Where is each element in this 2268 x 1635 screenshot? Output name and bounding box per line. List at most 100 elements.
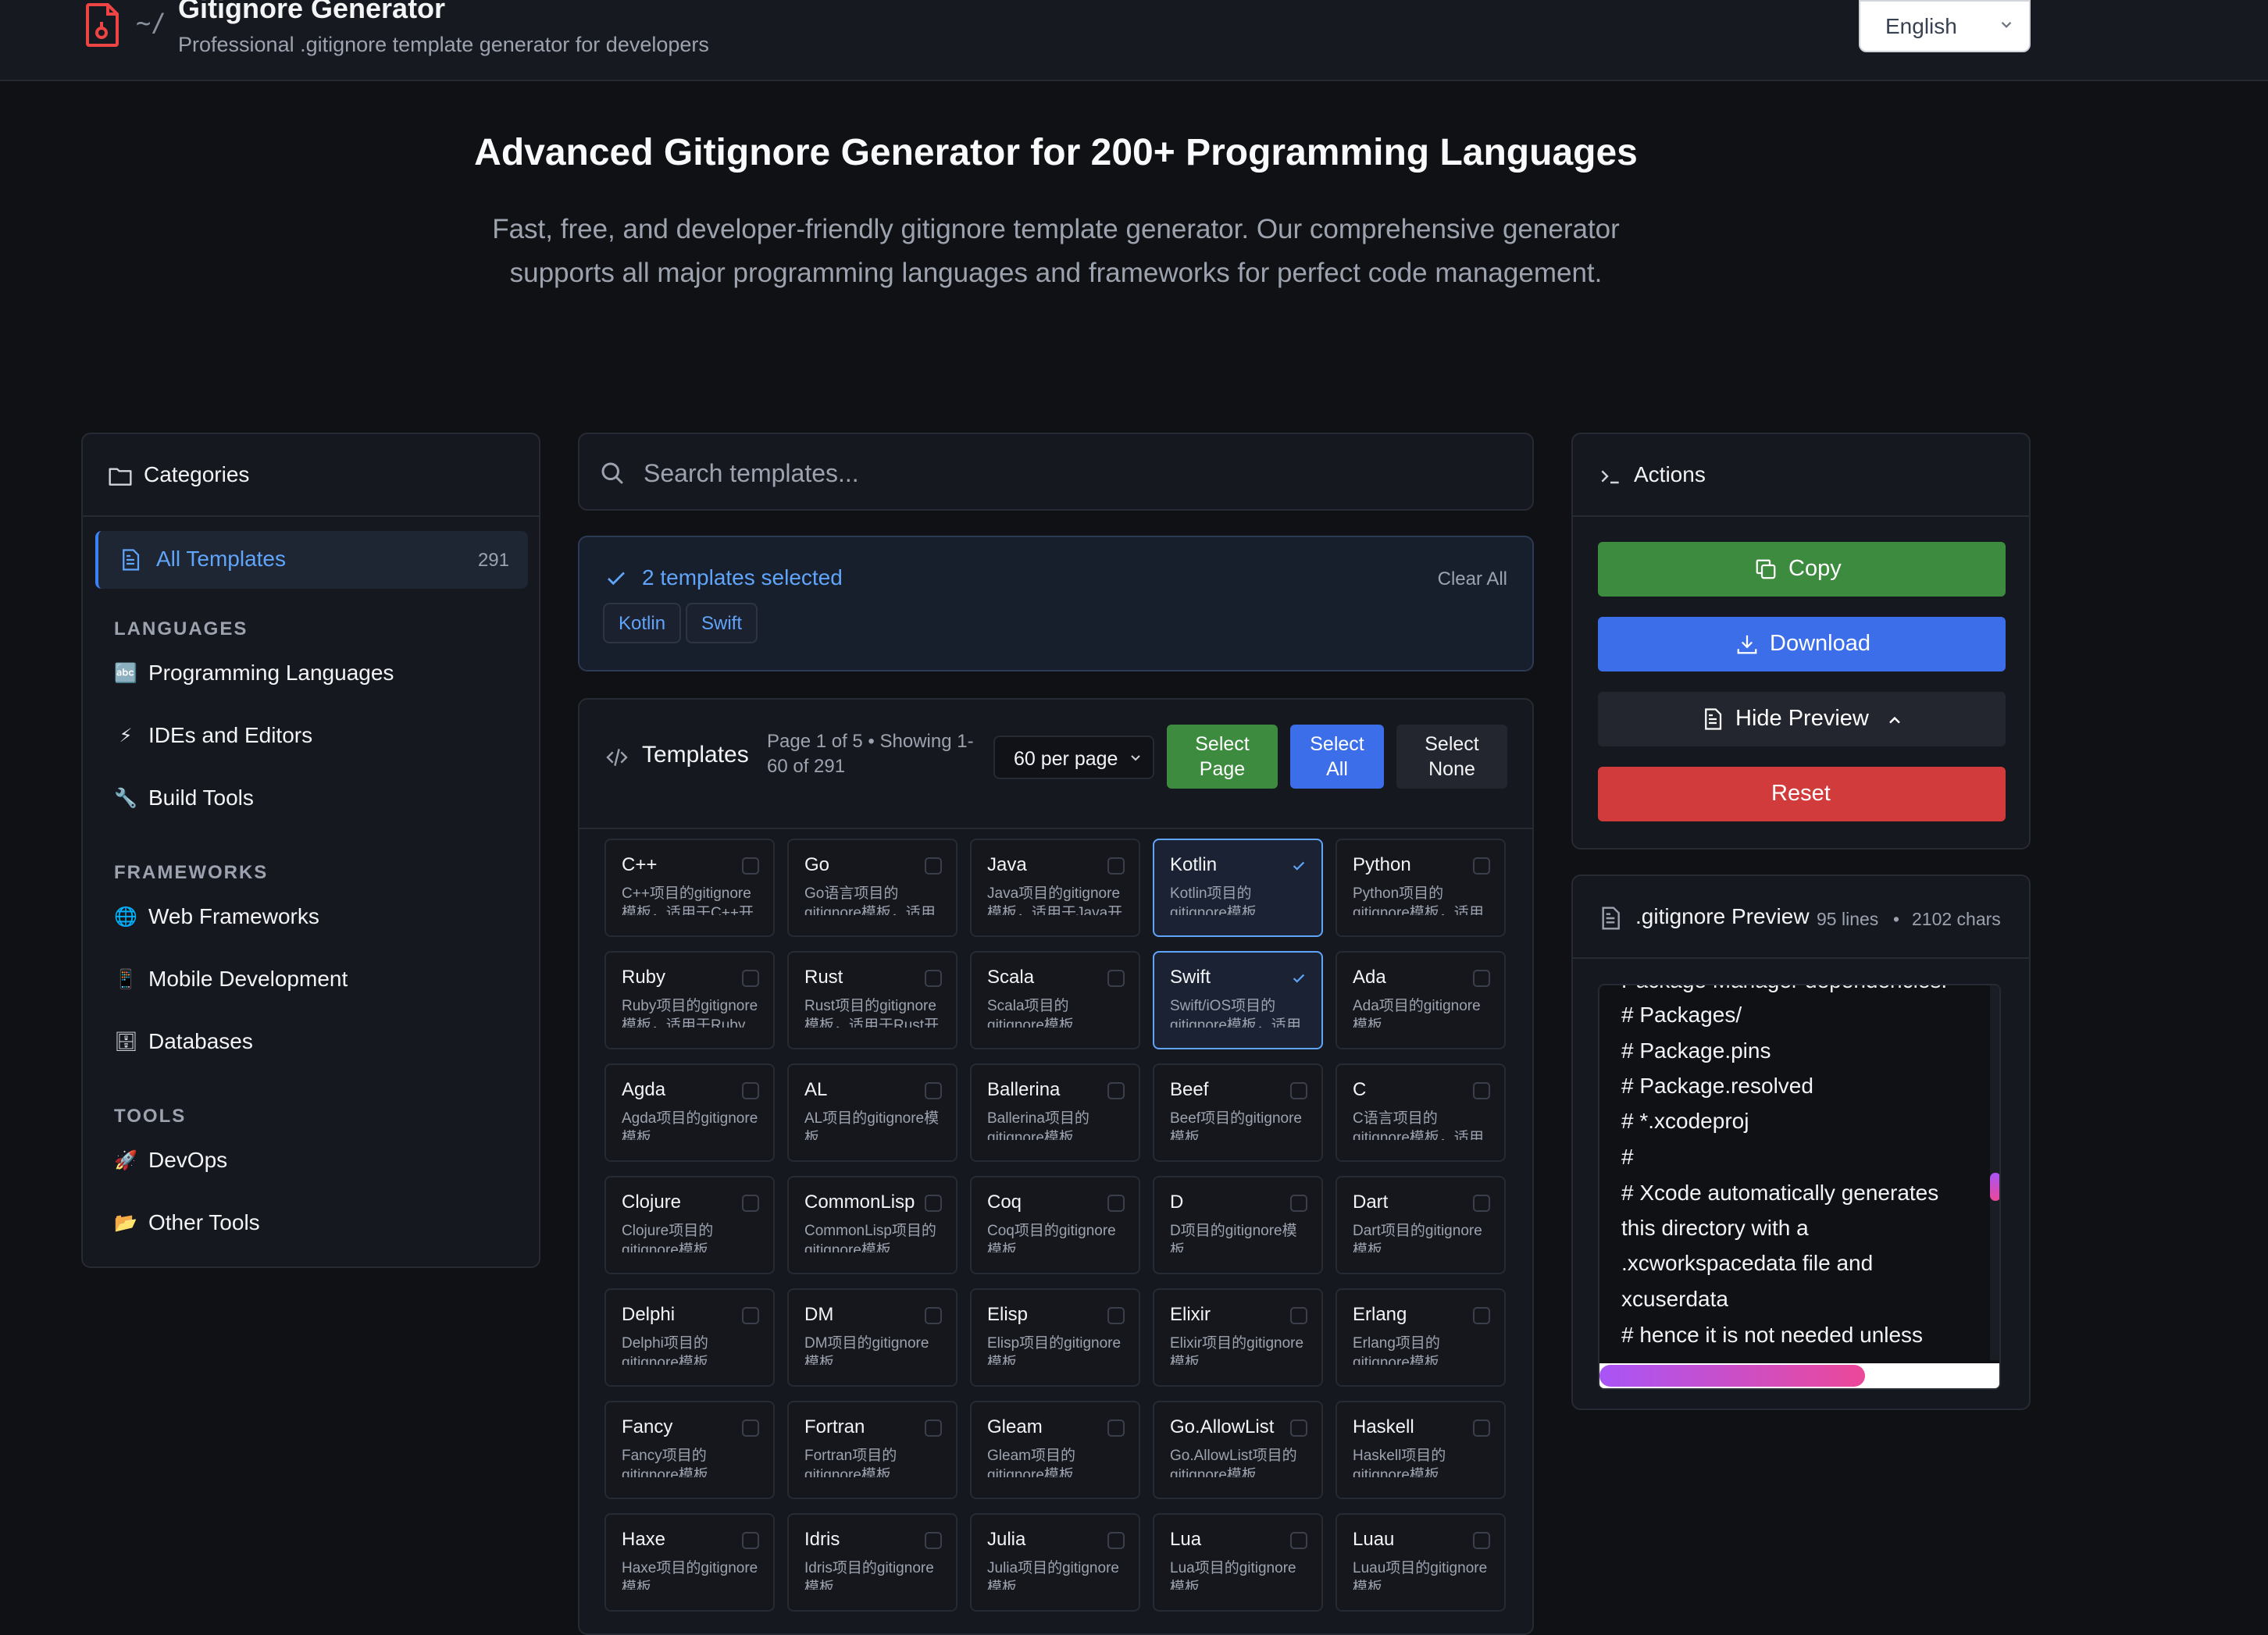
template-checkbox[interactable] (925, 1307, 942, 1324)
template-checkbox[interactable] (925, 857, 942, 874)
template-card-clojure[interactable]: Clojure Clojure项目的gitignore模板 (604, 1176, 775, 1274)
template-card-java[interactable]: Java Java项目的gitignore模板，适用于Java开发 (970, 839, 1140, 937)
check-icon (1293, 861, 1305, 871)
template-card-beef[interactable]: Beef Beef项目的gitignore模板 (1153, 1063, 1323, 1162)
template-checkbox[interactable] (1290, 1082, 1307, 1099)
category-other-tools[interactable]: 📂 Other Tools (114, 1207, 520, 1245)
template-checkbox-checked[interactable] (1290, 970, 1307, 987)
template-card-idris[interactable]: Idris Idris项目的gitignore模板 (787, 1513, 957, 1612)
template-checkbox[interactable] (1473, 857, 1490, 874)
template-checkbox[interactable] (742, 1532, 759, 1549)
language-select[interactable]: English (1859, 0, 2031, 52)
template-checkbox[interactable] (1473, 1195, 1490, 1212)
template-checkbox[interactable] (1107, 1195, 1125, 1212)
template-card-ada[interactable]: Ada Ada项目的gitignore模板 (1335, 951, 1506, 1049)
template-checkbox[interactable] (1290, 1307, 1307, 1324)
template-card-dm[interactable]: DM DM项目的gitignore模板 (787, 1288, 957, 1387)
template-card-kotlin[interactable]: Kotlin Kotlin项目的gitignore模板 (1153, 839, 1323, 937)
template-checkbox[interactable] (1473, 1307, 1490, 1324)
template-card-commonlisp[interactable]: CommonLisp CommonLisp项目的gitignore模板 (787, 1176, 957, 1274)
template-checkbox[interactable] (1290, 1532, 1307, 1549)
vertical-scroll-thumb[interactable] (1990, 1173, 1999, 1201)
category-build-tools[interactable]: 🔧 Build Tools (114, 782, 520, 820)
template-card-d[interactable]: D D项目的gitignore模板 (1153, 1176, 1323, 1274)
horizontal-scroll-thumb[interactable] (1599, 1365, 1865, 1387)
template-card-python[interactable]: Python Python项目的gitignore模板，适用于Python开发 (1335, 839, 1506, 937)
template-card-c[interactable]: C++ C++项目的gitignore模板，适用于C++开发 (604, 839, 775, 937)
template-checkbox[interactable] (925, 970, 942, 987)
template-checkbox[interactable] (1290, 1195, 1307, 1212)
template-card-haxe[interactable]: Haxe Haxe项目的gitignore模板 (604, 1513, 775, 1612)
template-name: Coq (987, 1192, 1022, 1213)
template-checkbox[interactable] (742, 1307, 759, 1324)
template-checkbox[interactable] (742, 1419, 759, 1437)
template-card-luau[interactable]: Luau Luau项目的gitignore模板 (1335, 1513, 1506, 1612)
template-card-gleam[interactable]: Gleam Gleam项目的gitignore模板 (970, 1401, 1140, 1499)
template-card-agda[interactable]: Agda Agda项目的gitignore模板 (604, 1063, 775, 1162)
category-all-templates[interactable]: All Templates 291 (95, 531, 528, 589)
template-card-ruby[interactable]: Ruby Ruby项目的gitignore模板，适用于Ruby开发 (604, 951, 775, 1049)
template-checkbox[interactable] (1473, 1082, 1490, 1099)
template-checkbox[interactable] (925, 1419, 942, 1437)
template-checkbox[interactable] (1107, 1307, 1125, 1324)
template-card-haskell[interactable]: Haskell Haskell项目的gitignore模板 (1335, 1401, 1506, 1499)
template-checkbox[interactable] (1107, 1532, 1125, 1549)
template-description: Lua项目的gitignore模板 (1170, 1560, 1296, 1590)
template-card-dart[interactable]: Dart Dart项目的gitignore模板 (1335, 1176, 1506, 1274)
template-card-c[interactable]: C C语言项目的gitignore模板，适用于C开发 (1335, 1063, 1506, 1162)
template-checkbox[interactable] (1473, 1532, 1490, 1549)
clear-all-button[interactable]: Clear All (1438, 568, 1507, 590)
select-all-button[interactable]: Select All (1290, 725, 1384, 789)
template-card-go-allowlist[interactable]: Go.AllowList Go.AllowList项目的gitignore模板 (1153, 1401, 1323, 1499)
template-card-scala[interactable]: Scala Scala项目的gitignore模板 (970, 951, 1140, 1049)
template-description: Agda项目的gitignore模板 (622, 1110, 758, 1140)
template-checkbox[interactable] (1473, 970, 1490, 987)
category-databases[interactable]: 🗄 Databases (114, 1026, 520, 1063)
template-checkbox[interactable] (1107, 970, 1125, 987)
template-checkbox[interactable] (742, 970, 759, 987)
template-card-swift[interactable]: Swift Swift/iOS项目的gitignore模板，适用于iOS开发 (1153, 951, 1323, 1049)
template-checkbox[interactable] (925, 1195, 942, 1212)
download-button[interactable]: Download (1598, 617, 2006, 671)
template-card-coq[interactable]: Coq Coq项目的gitignore模板 (970, 1176, 1140, 1274)
template-card-julia[interactable]: Julia Julia项目的gitignore模板 (970, 1513, 1140, 1612)
template-checkbox[interactable] (925, 1532, 942, 1549)
template-card-ballerina[interactable]: Ballerina Ballerina项目的gitignore模板 (970, 1063, 1140, 1162)
template-checkbox[interactable] (742, 857, 759, 874)
per-page-select[interactable]: 60 per page (993, 736, 1154, 779)
template-card-delphi[interactable]: Delphi Delphi项目的gitignore模板 (604, 1288, 775, 1387)
selected-tag-swift[interactable]: Swift (686, 603, 758, 643)
template-card-erlang[interactable]: Erlang Erlang项目的gitignore模板 (1335, 1288, 1506, 1387)
template-checkbox[interactable] (742, 1195, 759, 1212)
template-name: Ruby (622, 967, 666, 988)
template-checkbox[interactable] (1107, 1082, 1125, 1099)
template-card-lua[interactable]: Lua Lua项目的gitignore模板 (1153, 1513, 1323, 1612)
select-page-button[interactable]: Select Page (1167, 725, 1278, 789)
template-card-go[interactable]: Go Go语言项目的gitignore模板，适用于Go开发 (787, 839, 957, 937)
template-checkbox[interactable] (1107, 1419, 1125, 1437)
template-checkbox[interactable] (1107, 857, 1125, 874)
selected-tag-kotlin[interactable]: Kotlin (603, 603, 682, 643)
template-card-fancy[interactable]: Fancy Fancy项目的gitignore模板 (604, 1401, 775, 1499)
template-card-elixir[interactable]: Elixir Elixir项目的gitignore模板 (1153, 1288, 1323, 1387)
template-checkbox-checked[interactable] (1290, 857, 1307, 874)
category-devops[interactable]: 🚀 DevOps (114, 1145, 520, 1182)
select-none-button[interactable]: Select None (1396, 725, 1507, 789)
category-web-frameworks[interactable]: 🌐 Web Frameworks (114, 901, 520, 939)
search-input[interactable] (642, 450, 1501, 497)
template-card-elisp[interactable]: Elisp Elisp项目的gitignore模板 (970, 1288, 1140, 1387)
reset-button[interactable]: Reset (1598, 767, 2006, 821)
copy-button[interactable]: Copy (1598, 542, 2006, 597)
template-card-fortran[interactable]: Fortran Fortran项目的gitignore模板 (787, 1401, 957, 1499)
template-card-al[interactable]: AL AL项目的gitignore模板 (787, 1063, 957, 1162)
template-card-rust[interactable]: Rust Rust项目的gitignore模板，适用于Rust开发 (787, 951, 957, 1049)
category-ides-and-editors[interactable]: ⚡ IDEs and Editors (114, 720, 520, 757)
category-mobile-development[interactable]: 📱 Mobile Development (114, 964, 520, 1001)
template-checkbox[interactable] (1473, 1419, 1490, 1437)
template-checkbox[interactable] (1290, 1419, 1307, 1437)
hide-preview-button[interactable]: Hide Preview (1598, 692, 2006, 746)
preview-code[interactable]: Package Manager dependencies. # Packages… (1598, 984, 2001, 1390)
template-checkbox[interactable] (925, 1082, 942, 1099)
category-programming-languages[interactable]: 🔤 Programming Languages (114, 657, 520, 695)
template-checkbox[interactable] (742, 1082, 759, 1099)
